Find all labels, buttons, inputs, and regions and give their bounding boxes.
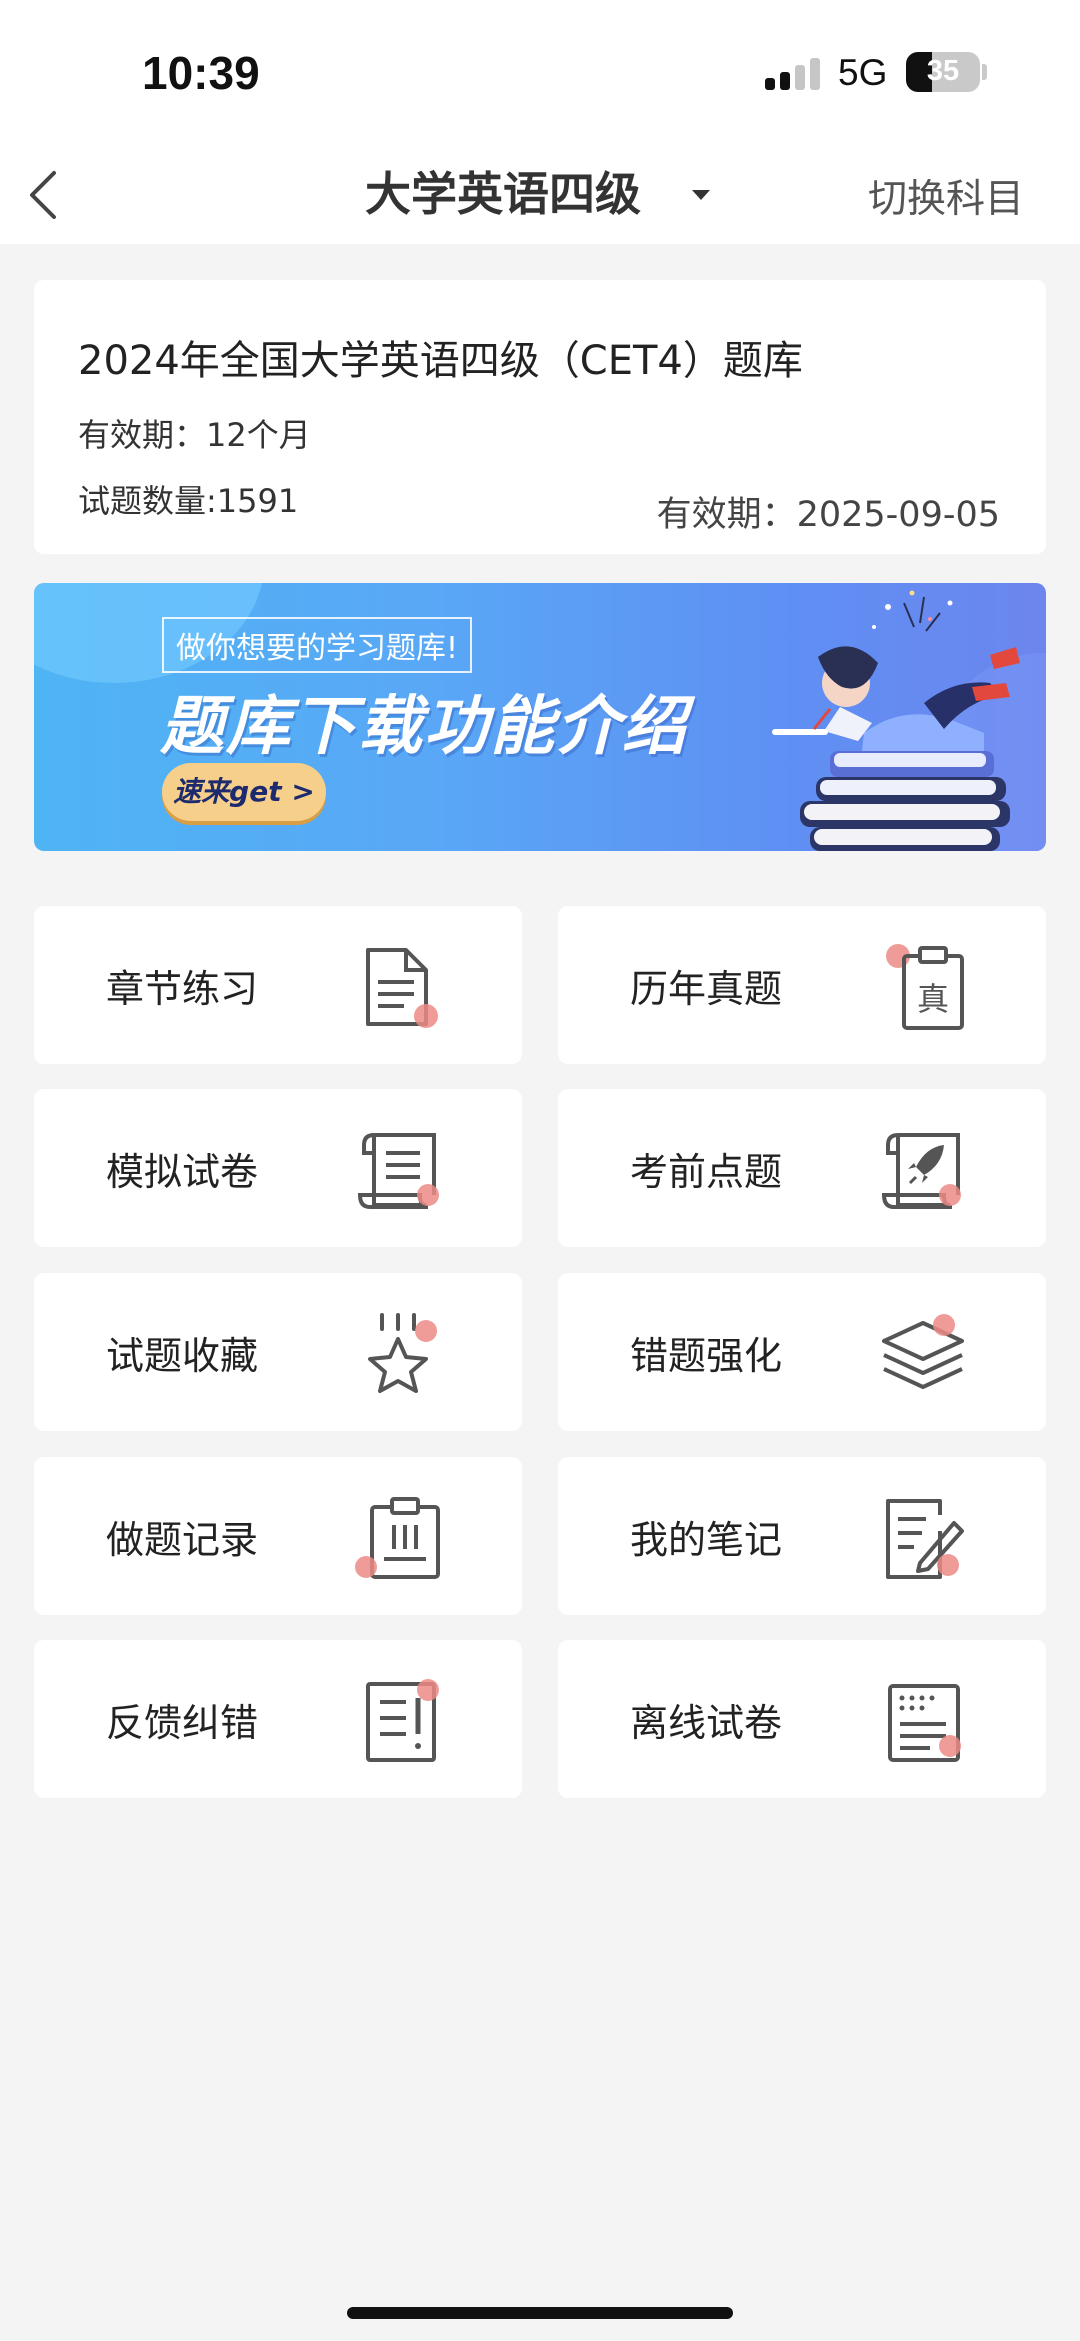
menu-tile-pre-exam-tips[interactable]: 考前点题 [558, 1089, 1046, 1247]
document-icon [366, 948, 438, 1028]
menu-tile-mock-exams[interactable]: 模拟试卷 [34, 1089, 522, 1247]
note-edit-icon [886, 1499, 964, 1579]
tile-label: 做题记录 [106, 1518, 259, 1562]
chevron-left-icon [30, 171, 56, 219]
network-label: 5G [838, 52, 888, 93]
menu-tile-past-exams[interactable]: 历年真题 真 [558, 906, 1046, 1064]
feedback-icon [366, 1679, 439, 1762]
star-icon [368, 1313, 437, 1393]
tile-label: 历年真题 [630, 967, 783, 1011]
tile-label: 章节练习 [106, 967, 259, 1011]
status-time: 10:39 [142, 47, 260, 99]
back-button[interactable] [22, 168, 66, 222]
tile-label: 反馈纠错 [106, 1701, 259, 1745]
tile-label: 模拟试卷 [106, 1150, 259, 1194]
battery-icon: 35 [906, 52, 980, 92]
svg-text:真: 真 [917, 980, 949, 1018]
battery-tip [982, 64, 987, 80]
validity-period: 有效期：12个月 [78, 416, 311, 454]
menu-tile-wrong-questions[interactable]: 错题强化 [558, 1273, 1046, 1431]
menu-tile-my-notes[interactable]: 我的笔记 [558, 1457, 1046, 1615]
layers-icon [882, 1314, 964, 1389]
download-feature-banner[interactable]: 做你想要的学习题库! 题库下载功能介绍 速来get > [34, 583, 1046, 851]
offline-paper-icon [888, 1684, 961, 1762]
menu-tile-offline-exams[interactable]: 离线试卷 [558, 1640, 1046, 1798]
rocket-scroll-icon [881, 1133, 961, 1209]
clipboard-zhen-icon: 真 [886, 944, 964, 1030]
banner-tagline: 做你想要的学习题库! [162, 617, 473, 673]
subject-title[interactable]: 大学英语四级 [365, 158, 641, 224]
dropdown-caret-icon[interactable] [692, 190, 710, 200]
tile-label: 考前点题 [630, 1150, 783, 1194]
menu-tile-feedback[interactable]: 反馈纠错 [34, 1640, 522, 1798]
tile-label: 试题收藏 [106, 1334, 259, 1378]
menu-tile-practice-history[interactable]: 做题记录 [34, 1457, 522, 1615]
reading-girl-illustration [772, 590, 1020, 851]
switch-subject-button[interactable]: 切换科目 [868, 168, 1024, 224]
tile-label: 错题强化 [630, 1334, 783, 1378]
banner-title: 题库下载功能介绍 [160, 690, 688, 764]
battery-level: 35 [926, 55, 960, 87]
cellular-signal-icon [765, 58, 823, 90]
menu-tile-favorites[interactable]: 试题收藏 [34, 1273, 522, 1431]
banner-get-button[interactable]: 速来get > [162, 763, 326, 821]
record-clipboard-icon [355, 1497, 440, 1579]
question-bank-card: 2024年全国大学英语四级（CET4）题库 有效期：12个月 试题数量:1591… [34, 280, 1046, 554]
scroll-icon [357, 1133, 439, 1209]
tile-label: 离线试卷 [630, 1701, 783, 1745]
menu-tile-chapter-practice[interactable]: 章节练习 [34, 906, 522, 1064]
nav-bar: 大学英语四级 切换科目 [0, 140, 1080, 244]
expire-date: 有效期：2025-09-05 [656, 495, 1000, 535]
tile-label: 我的笔记 [630, 1518, 783, 1562]
question-bank-title: 2024年全国大学英语四级（CET4）题库 [78, 338, 803, 384]
question-count: 试题数量:1591 [78, 482, 299, 520]
home-indicator[interactable] [347, 2307, 733, 2319]
status-bar: 10:39 5G 35 [0, 0, 1080, 140]
